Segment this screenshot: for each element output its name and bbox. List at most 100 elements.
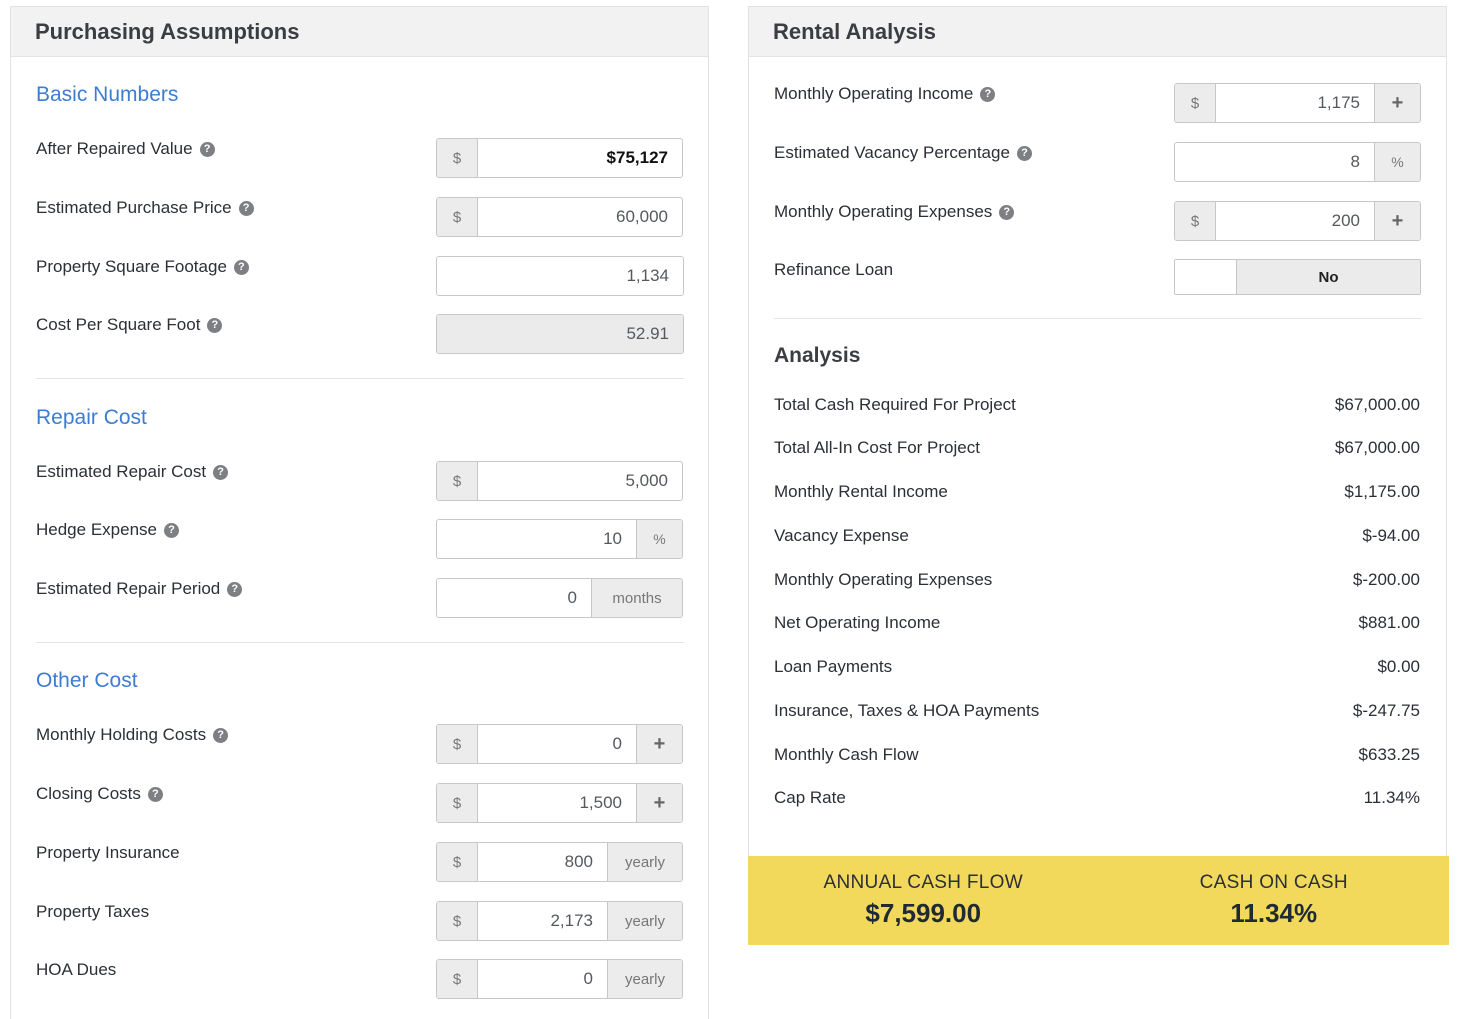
help-icon[interactable]: ? — [207, 317, 223, 333]
help-icon[interactable]: ? — [199, 141, 215, 157]
purchasing-assumptions-panel: Purchasing Assumptions Basic Numbers Aft… — [10, 6, 709, 1019]
annual-cash-flow-value: $7,599.00 — [865, 898, 982, 928]
dollar-prefix: $ — [437, 960, 478, 998]
taxes-input[interactable]: 2,173 — [478, 902, 607, 940]
arv-input[interactable]: $75,127 — [478, 139, 682, 177]
repair-period-label: Estimated Repair Period? — [36, 579, 243, 599]
hoa-input[interactable]: 0 — [478, 960, 607, 998]
op-expenses-input[interactable]: 200 — [1216, 202, 1374, 240]
closing-costs-input-group: $ 1,500 + — [436, 783, 683, 823]
dollar-prefix: $ — [1175, 84, 1216, 122]
closing-costs-label: Closing Costs? — [36, 784, 163, 804]
analysis-row-value: $67,000.00 — [1334, 438, 1420, 457]
refinance-label: Refinance Loan — [774, 260, 894, 279]
panel-title: Rental Analysis — [773, 18, 937, 44]
taxes-label: Property Taxes — [36, 902, 150, 921]
insurance-input[interactable]: 800 — [478, 843, 607, 881]
help-icon[interactable]: ? — [147, 786, 163, 802]
vacancy-input-group: 8 % — [1174, 142, 1421, 182]
sqft-input[interactable]: 1,134 — [437, 257, 683, 295]
repair-period-input-group: 0 months — [436, 578, 683, 618]
divider — [36, 378, 684, 379]
analysis-row-label: Cap Rate — [774, 788, 846, 807]
holding-costs-label: Monthly Holding Costs? — [36, 725, 229, 745]
insurance-label: Property Insurance — [36, 843, 180, 862]
refinance-toggle[interactable]: No — [1174, 259, 1421, 295]
hedge-label: Hedge Expense? — [36, 520, 179, 540]
analysis-row-value: $633.25 — [1358, 745, 1420, 764]
plus-icon[interactable]: + — [1374, 202, 1420, 240]
cost-per-sqft-value: 52.91 — [437, 315, 683, 353]
sqft-input-group: 1,134 — [436, 256, 684, 296]
section-repair-cost: Repair Cost — [36, 406, 147, 429]
analysis-row-value: $-200.00 — [1352, 570, 1420, 589]
analysis-row-value: $-247.75 — [1352, 701, 1420, 720]
op-income-input-group: $ 1,175 + — [1174, 83, 1421, 123]
yearly-suffix: yearly — [607, 902, 682, 940]
op-income-input[interactable]: 1,175 — [1216, 84, 1374, 122]
help-icon[interactable]: ? — [980, 86, 996, 102]
analysis-row-label: Total All-In Cost For Project — [774, 438, 980, 457]
analysis-row-label: Net Operating Income — [774, 613, 941, 632]
toggle-value: No — [1237, 260, 1420, 294]
help-icon[interactable]: ? — [238, 200, 254, 216]
purchase-price-input-group: $ 60,000 — [436, 197, 683, 237]
rental-analysis-panel: Rental Analysis Monthly Operating Income… — [748, 6, 1449, 945]
analysis-row-value: $0.00 — [1377, 657, 1420, 676]
divider — [36, 642, 684, 643]
divider — [774, 318, 1422, 319]
yearly-suffix: yearly — [607, 960, 682, 998]
toggle-handle[interactable] — [1175, 260, 1237, 294]
purchase-price-input[interactable]: 60,000 — [478, 198, 682, 236]
panel-header: Purchasing Assumptions — [11, 7, 708, 57]
section-other-cost: Other Cost — [36, 669, 138, 692]
analysis-row-label: Monthly Rental Income — [774, 482, 948, 501]
summary-bar: ANNUAL CASH FLOW $7,599.00 CASH ON CASH … — [748, 856, 1449, 945]
vacancy-label: Estimated Vacancy Percentage? — [774, 143, 1032, 163]
hoa-label: HOA Dues — [36, 960, 117, 979]
cost-per-sqft-group: 52.91 — [436, 314, 684, 354]
plus-icon[interactable]: + — [1374, 84, 1420, 122]
cost-per-sqft-label: Cost Per Square Foot? — [36, 315, 223, 335]
analysis-row-value: $1,175.00 — [1344, 482, 1420, 501]
percent-suffix: % — [636, 520, 682, 558]
help-icon[interactable]: ? — [1016, 145, 1032, 161]
help-icon[interactable]: ? — [233, 259, 249, 275]
vacancy-input[interactable]: 8 — [1175, 143, 1374, 181]
op-expenses-input-group: $ 200 + — [1174, 201, 1421, 241]
analysis-row-value: $-94.00 — [1362, 526, 1420, 545]
repair-cost-input-group: $ 5,000 — [436, 461, 683, 501]
dollar-prefix: $ — [437, 139, 478, 177]
help-icon[interactable]: ? — [163, 522, 179, 538]
help-icon[interactable]: ? — [999, 204, 1015, 220]
dollar-prefix: $ — [437, 198, 478, 236]
hedge-input[interactable]: 10 — [437, 520, 636, 558]
help-icon[interactable]: ? — [227, 581, 243, 597]
help-icon[interactable]: ? — [213, 727, 229, 743]
analysis-row-value: $881.00 — [1358, 613, 1420, 632]
closing-costs-input[interactable]: 1,500 — [478, 784, 636, 822]
arv-input-group: $ $75,127 — [436, 138, 683, 178]
plus-icon[interactable]: + — [636, 725, 682, 763]
op-expenses-label: Monthly Operating Expenses? — [774, 202, 1015, 222]
repair-cost-input[interactable]: 5,000 — [478, 462, 682, 500]
hedge-input-group: 10 % — [436, 519, 683, 559]
dollar-prefix: $ — [437, 902, 478, 940]
annual-cash-flow: ANNUAL CASH FLOW $7,599.00 — [748, 856, 1099, 945]
analysis-row-value: $67,000.00 — [1334, 395, 1420, 414]
holding-costs-input[interactable]: 0 — [478, 725, 636, 763]
hoa-input-group: $ 0 yearly — [436, 959, 683, 999]
repair-period-input[interactable]: 0 — [437, 579, 591, 617]
panel-title: Purchasing Assumptions — [35, 18, 300, 44]
plus-icon[interactable]: + — [636, 784, 682, 822]
section-basic-numbers: Basic Numbers — [36, 83, 179, 106]
dollar-prefix: $ — [437, 784, 478, 822]
analysis-row-label: Loan Payments — [774, 657, 893, 676]
taxes-input-group: $ 2,173 yearly — [436, 901, 683, 941]
dollar-prefix: $ — [437, 725, 478, 763]
panel-header: Rental Analysis — [749, 7, 1446, 57]
months-suffix: months — [591, 579, 682, 617]
cash-on-cash: CASH ON CASH 11.34% — [1099, 856, 1450, 945]
help-icon[interactable]: ? — [213, 464, 229, 480]
annual-cash-flow-label: ANNUAL CASH FLOW — [823, 872, 1023, 893]
